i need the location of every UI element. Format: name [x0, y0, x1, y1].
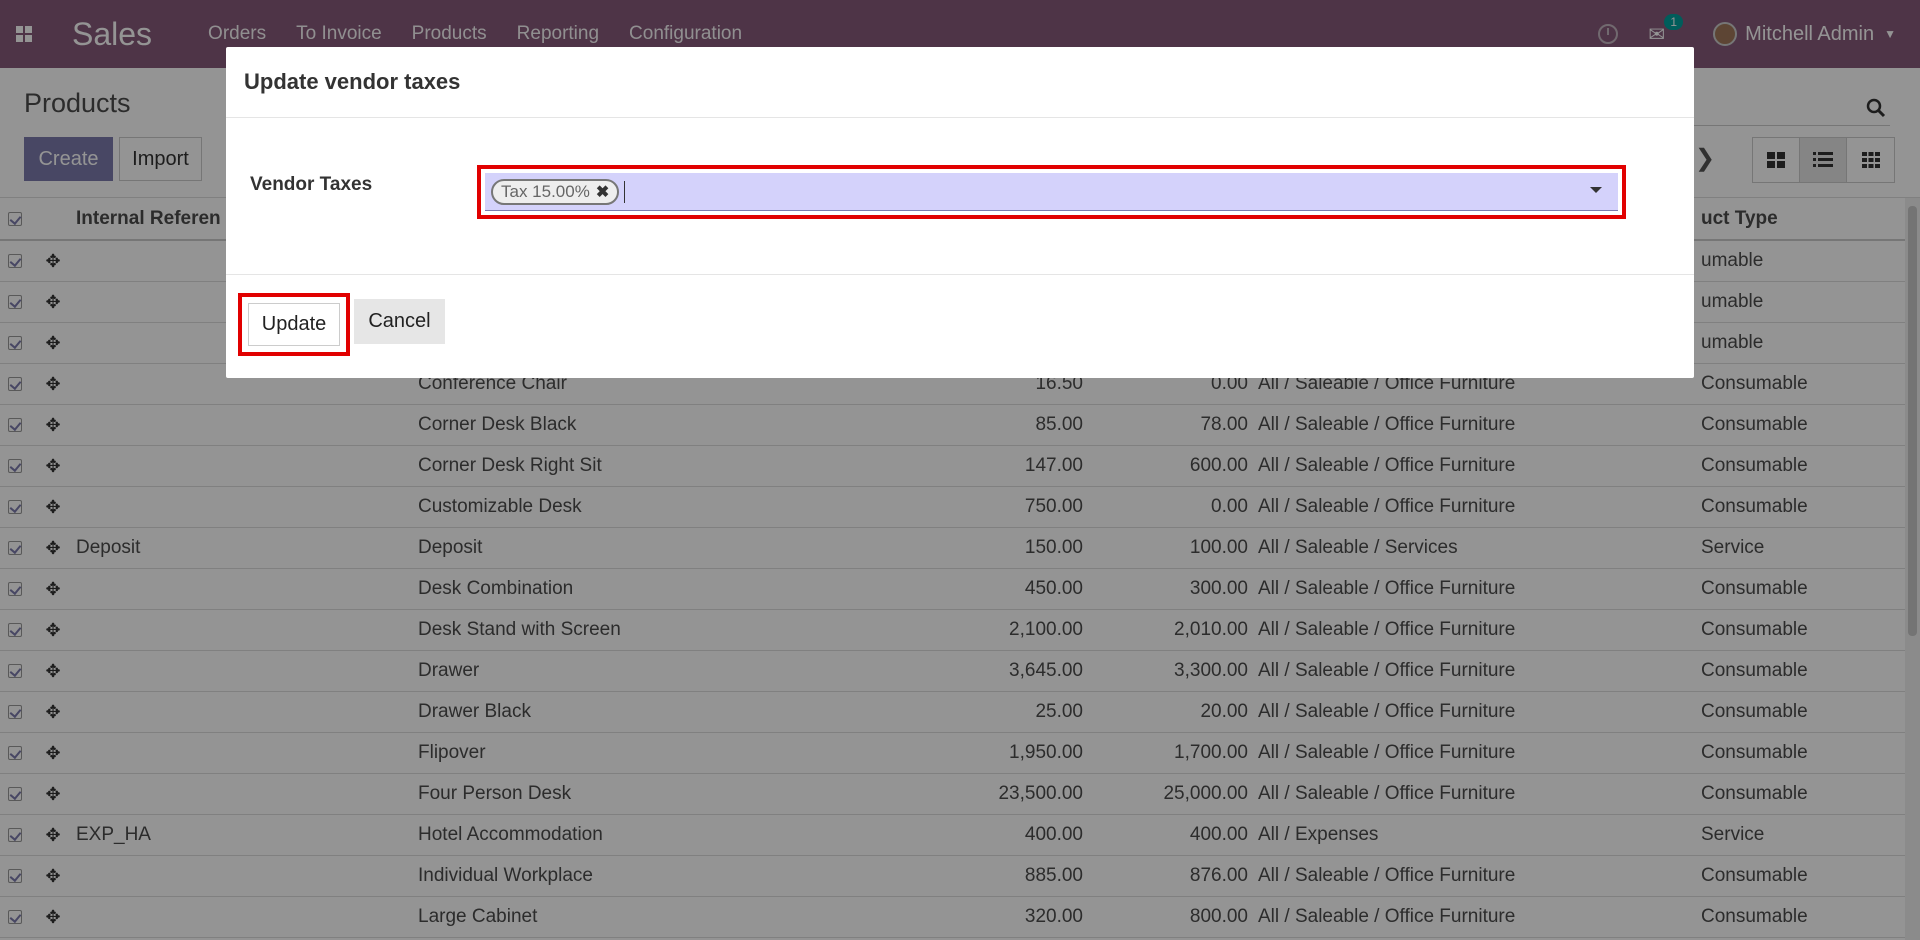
update-highlight: Update: [238, 293, 350, 356]
modal-title: Update vendor taxes: [244, 69, 461, 94]
dropdown-caret-icon[interactable]: [1590, 187, 1602, 193]
vendor-taxes-field[interactable]: Tax 15.00% ✖: [485, 173, 1618, 211]
modal-header: Update vendor taxes: [226, 47, 1694, 118]
update-button[interactable]: Update: [248, 303, 340, 346]
text-cursor: [624, 180, 626, 203]
cancel-button[interactable]: Cancel: [354, 299, 445, 344]
modal-footer: Update Cancel: [226, 275, 1694, 377]
tax-tag-label: Tax 15.00%: [501, 181, 590, 201]
vendor-taxes-highlight: Tax 15.00% ✖: [477, 165, 1626, 219]
vendor-taxes-label: Vendor Taxes: [250, 174, 373, 195]
tax-tag: Tax 15.00% ✖: [491, 178, 620, 205]
remove-tag-icon[interactable]: ✖: [596, 182, 609, 202]
